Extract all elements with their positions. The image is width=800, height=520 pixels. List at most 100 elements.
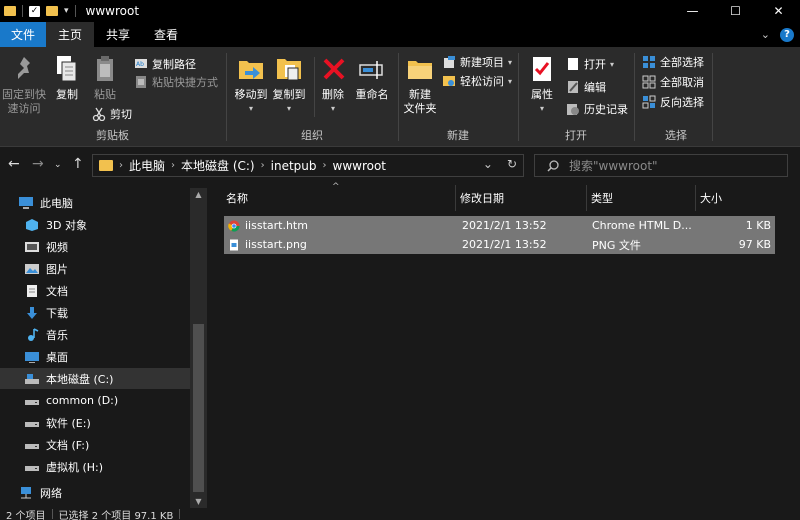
nav-label: 音乐 bbox=[46, 328, 68, 342]
tab-view[interactable]: 查看 bbox=[142, 22, 190, 47]
search-box[interactable]: 搜索"wwwroot" bbox=[534, 154, 788, 177]
column-header-name[interactable]: ^ 名称 bbox=[222, 182, 456, 211]
nav-label: 软件 (E:) bbox=[46, 416, 91, 430]
column-header-type[interactable]: 类型 bbox=[587, 185, 696, 211]
scrollbar-thumb[interactable] bbox=[193, 324, 204, 492]
nav-item-drive-c[interactable]: 本地磁盘 (C:) bbox=[0, 368, 190, 389]
invert-selection-button[interactable]: 反向选择 bbox=[642, 93, 704, 111]
nav-item-this-pc[interactable]: 此电脑 bbox=[0, 192, 190, 213]
nav-item-documents[interactable]: 文档 bbox=[0, 280, 190, 301]
network-icon bbox=[18, 486, 34, 500]
nav-label: 3D 对象 bbox=[46, 218, 87, 232]
properties-check-icon[interactable]: ✓ bbox=[29, 5, 40, 17]
nav-item-music[interactable]: 音乐 bbox=[0, 324, 190, 345]
select-all-button[interactable]: 全部选择 bbox=[642, 53, 704, 71]
minimize-button[interactable]: — bbox=[671, 0, 714, 22]
copy-path-button[interactable]: Ab 复制路径 bbox=[134, 55, 196, 73]
column-header-size[interactable]: 大小 bbox=[696, 185, 766, 211]
tab-file[interactable]: 文件 bbox=[0, 22, 47, 47]
nav-item-drive-e[interactable]: 软件 (E:) bbox=[0, 412, 190, 433]
pin-label-2: 速访问 bbox=[7, 102, 41, 115]
nav-item-pictures[interactable]: 图片 bbox=[0, 258, 190, 279]
copy-button[interactable]: 复制 bbox=[50, 53, 84, 102]
status-bar: 2 个项目 已选择 2 个项目 97.1 KB bbox=[0, 508, 800, 520]
new-folder-icon[interactable] bbox=[46, 6, 58, 16]
paste-button[interactable]: 粘贴 bbox=[88, 53, 122, 102]
search-placeholder: 搜索"wwwroot" bbox=[569, 159, 658, 173]
chevron-right-icon[interactable]: › bbox=[321, 160, 329, 171]
scroll-down-icon[interactable]: ▼ bbox=[190, 497, 207, 506]
collapse-ribbon-icon[interactable]: ⌄ bbox=[761, 28, 770, 41]
table-row[interactable]: iisstart.htm 2021/2/1 13:52 Chrome HTML … bbox=[224, 216, 775, 235]
properties-button[interactable]: 属性 ▾ bbox=[522, 53, 562, 116]
table-row[interactable]: iisstart.png 2021/2/1 13:52 PNG 文件 97 KB bbox=[224, 235, 775, 254]
new-item-button[interactable]: 新建项目 ▾ bbox=[442, 53, 512, 71]
drive-icon bbox=[24, 460, 40, 474]
up-arrow-icon[interactable]: ↑ bbox=[72, 156, 84, 172]
cut-button[interactable]: 剪切 bbox=[92, 105, 132, 123]
breadcrumb-wwwroot[interactable]: wwwroot bbox=[329, 159, 391, 173]
nav-item-downloads[interactable]: 下载 bbox=[0, 302, 190, 323]
pin-quick-access-button[interactable]: 固定到快 速访问 bbox=[2, 53, 46, 116]
rename-label: 重命名 bbox=[355, 88, 389, 101]
help-icon[interactable]: ? bbox=[780, 27, 794, 42]
new-folder-label-1: 新建 bbox=[409, 88, 431, 101]
nav-item-videos[interactable]: 视频 bbox=[0, 236, 190, 257]
chevron-right-icon[interactable]: › bbox=[259, 160, 267, 171]
copy-to-button[interactable]: 复制到 ▾ bbox=[270, 53, 308, 116]
paste-shortcut-button[interactable]: 粘贴快捷方式 bbox=[134, 73, 218, 91]
chevron-right-icon[interactable]: › bbox=[169, 160, 177, 171]
breadcrumb-this-pc[interactable]: 此电脑 bbox=[125, 157, 169, 174]
tab-share[interactable]: 共享 bbox=[94, 22, 142, 47]
divider bbox=[712, 53, 713, 141]
rename-button[interactable]: 重命名 bbox=[352, 53, 392, 102]
recent-locations-chevron-icon[interactable]: ⌄ bbox=[54, 160, 62, 170]
divider bbox=[226, 53, 227, 141]
nav-item-drive-f[interactable]: 文档 (F:) bbox=[0, 434, 190, 455]
tab-home[interactable]: 主页 bbox=[46, 22, 95, 47]
move-to-icon bbox=[235, 53, 267, 85]
nav-item-desktop[interactable]: 桌面 bbox=[0, 346, 190, 367]
select-none-button[interactable]: 全部取消 bbox=[642, 73, 704, 91]
maximize-button[interactable]: ☐ bbox=[714, 0, 757, 22]
address-bar[interactable]: › 此电脑 › 本地磁盘 (C:) › inetpub › wwwroot ⌄ … bbox=[92, 154, 524, 177]
rename-icon bbox=[356, 53, 388, 85]
ribbon-controls: ⌄ ? bbox=[761, 22, 794, 47]
nav-item-drive-h[interactable]: 虚拟机 (H:) bbox=[0, 456, 190, 477]
nav-item-network[interactable]: 网络 bbox=[0, 482, 190, 503]
chevron-down-icon: ▾ bbox=[508, 57, 513, 67]
easy-access-button[interactable]: 轻松访问 ▾ bbox=[442, 72, 512, 90]
clipboard-group-label: 剪贴板 bbox=[96, 129, 129, 142]
new-item-icon bbox=[442, 55, 456, 69]
customize-dropdown-icon[interactable]: ▾ bbox=[64, 6, 69, 16]
open-button[interactable]: 打开 ▾ bbox=[566, 55, 614, 73]
properties-label: 属性 bbox=[531, 88, 553, 101]
breadcrumb-drive-c[interactable]: 本地磁盘 (C:) bbox=[177, 157, 259, 174]
select-all-icon bbox=[642, 55, 656, 69]
edit-button[interactable]: 编辑 bbox=[566, 78, 606, 96]
address-dropdown-icon[interactable]: ⌄ bbox=[483, 157, 493, 171]
nav-pane-scrollbar[interactable]: ▲ ▼ bbox=[190, 188, 207, 508]
chevron-right-icon[interactable]: › bbox=[117, 160, 125, 171]
new-group-label: 新建 bbox=[447, 129, 469, 142]
refresh-icon[interactable]: ↻ bbox=[507, 157, 517, 171]
close-button[interactable]: ✕ bbox=[757, 0, 800, 22]
new-folder-button[interactable]: 新建 文件夹 bbox=[400, 53, 440, 116]
move-to-button[interactable]: 移动到 ▾ bbox=[232, 53, 270, 116]
delete-button[interactable]: 删除 ▾ bbox=[318, 53, 348, 116]
chevron-down-icon: ▾ bbox=[248, 104, 253, 113]
nav-label: 视频 bbox=[46, 240, 68, 254]
forward-arrow-icon[interactable]: → bbox=[32, 156, 44, 172]
divider bbox=[74, 5, 76, 17]
organize-group-label: 组织 bbox=[301, 129, 323, 142]
scroll-up-icon[interactable]: ▲ bbox=[190, 190, 207, 199]
computer-icon bbox=[18, 196, 34, 210]
column-header-modified[interactable]: 修改日期 bbox=[456, 185, 587, 211]
nav-item-3d-objects[interactable]: 3D 对象 bbox=[0, 214, 190, 235]
nav-item-drive-d[interactable]: common (D:) bbox=[0, 390, 190, 411]
history-button[interactable]: 历史记录 bbox=[566, 100, 628, 118]
copy-to-label: 复制到 bbox=[272, 88, 306, 101]
back-arrow-icon[interactable]: ← bbox=[8, 156, 20, 172]
breadcrumb-inetpub[interactable]: inetpub bbox=[267, 159, 321, 173]
file-list-scrollbar[interactable] bbox=[783, 188, 800, 508]
